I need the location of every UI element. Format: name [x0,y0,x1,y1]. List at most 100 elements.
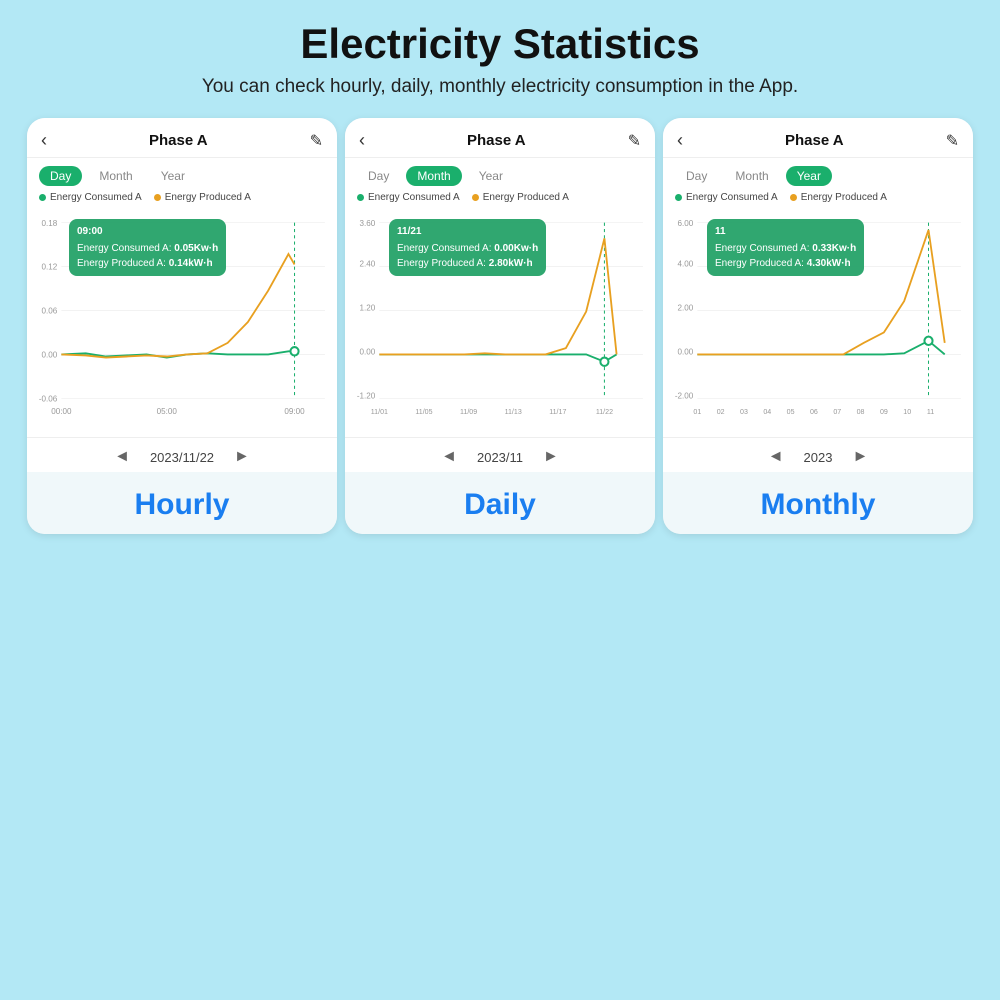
monthly-view-label: Monthly [761,488,876,521]
daily-tab-year[interactable]: Year [468,166,514,186]
svg-text:0.18: 0.18 [42,219,58,228]
hourly-prev-btn[interactable]: ◄ [114,448,130,466]
hourly-card: ‹ Phase A ✎ Day Month Year Energy Consum… [27,118,337,534]
daily-card: ‹ Phase A ✎ Day Month Year Energy Consum… [345,118,655,534]
daily-header: ‹ Phase A ✎ [345,118,655,158]
monthly-tabs: Day Month Year [663,158,973,190]
produced-label: Energy Produced A [165,192,251,203]
phones-row: ‹ Phase A ✎ Day Month Year Energy Consum… [10,118,990,534]
monthly-next-btn[interactable]: ► [852,448,868,466]
daily-chart: 11/21 Energy Consumed A: 0.00Kw·h Energy… [345,207,655,437]
daily-back-btn[interactable]: ‹ [359,130,365,151]
svg-text:0.06: 0.06 [42,307,58,316]
monthly-tab-day[interactable]: Day [675,166,718,186]
hourly-tab-year[interactable]: Year [150,166,196,186]
svg-text:0.00: 0.00 [360,347,376,356]
monthly-legend: Energy Consumed A Energy Produced A [663,190,973,207]
daily-svg: 3.60 2.40 1.20 0.00 -1.20 [353,207,647,437]
monthly-card: ‹ Phase A ✎ Day Month Year Energy Consum… [663,118,973,534]
daily-prev-btn[interactable]: ◄ [441,448,457,466]
hourly-tab-month[interactable]: Month [88,166,143,186]
svg-text:07: 07 [833,407,841,416]
monthly-date-nav: ◄ 2023 ► [663,437,973,472]
svg-text:05: 05 [787,407,795,416]
hourly-next-btn[interactable]: ► [234,448,250,466]
daily-date-label: 2023/11 [477,450,523,465]
daily-tab-day[interactable]: Day [357,166,400,186]
monthly-consumed-dot [675,194,682,201]
daily-legend-produced: Energy Produced A [472,192,569,203]
svg-text:06: 06 [810,407,818,416]
svg-text:03: 03 [740,407,748,416]
svg-text:11/05: 11/05 [415,407,432,416]
svg-text:11/13: 11/13 [505,407,522,416]
hourly-header: ‹ Phase A ✎ [27,118,337,158]
svg-text:11/22: 11/22 [596,407,613,416]
svg-text:10: 10 [903,407,911,416]
daily-tabs: Day Month Year [345,158,655,190]
page-title: Electricity Statistics [300,20,699,68]
hourly-view-label: Hourly [134,488,229,521]
hourly-chart: 09:00 Energy Consumed A: 0.05Kw·h Energy… [27,207,337,437]
hourly-tabs: Day Month Year [27,158,337,190]
svg-text:0.00: 0.00 [42,350,58,359]
page-subtitle: You can check hourly, daily, monthly ele… [202,76,798,98]
svg-text:05:00: 05:00 [157,407,178,416]
hourly-legend-produced: Energy Produced A [154,192,251,203]
svg-text:4.00: 4.00 [678,259,694,268]
svg-text:11: 11 [927,407,934,416]
daily-date-nav: ◄ 2023/11 ► [345,437,655,472]
svg-text:-2.00: -2.00 [675,391,694,400]
svg-text:11/17: 11/17 [549,407,566,416]
daily-label-section: Daily [345,472,655,534]
hourly-legend: Energy Consumed A Energy Produced A [27,190,337,207]
hourly-label-section: Hourly [27,472,337,534]
svg-text:09:00: 09:00 [284,407,305,416]
hourly-date-nav: ◄ 2023/11/22 ► [27,437,337,472]
daily-produced-dot [472,194,479,201]
daily-view-label: Daily [464,488,536,521]
monthly-edit-btn[interactable]: ✎ [946,131,959,151]
daily-next-btn[interactable]: ► [543,448,559,466]
svg-text:2.00: 2.00 [678,303,694,312]
svg-text:-1.20: -1.20 [357,391,376,400]
daily-consumed-label: Energy Consumed A [368,192,460,203]
consumed-dot [39,194,46,201]
svg-text:00:00: 00:00 [51,407,72,416]
hourly-tab-day[interactable]: Day [39,166,82,186]
svg-text:1.20: 1.20 [360,303,376,312]
daily-legend: Energy Consumed A Energy Produced A [345,190,655,207]
svg-text:09: 09 [880,407,888,416]
hourly-title: Phase A [149,132,208,149]
svg-text:-0.06: -0.06 [39,394,58,403]
consumed-label: Energy Consumed A [50,192,142,203]
svg-text:11/09: 11/09 [460,407,477,416]
hourly-svg: 0.18 0.12 0.06 0.00 -0.06 [35,207,329,437]
hourly-legend-consumed: Energy Consumed A [39,192,142,203]
svg-text:3.60: 3.60 [360,219,376,228]
monthly-legend-consumed: Energy Consumed A [675,192,778,203]
svg-text:08: 08 [857,407,865,416]
monthly-produced-dot [790,194,797,201]
monthly-tab-month[interactable]: Month [724,166,779,186]
svg-text:0.00: 0.00 [678,347,694,356]
daily-legend-consumed: Energy Consumed A [357,192,460,203]
monthly-label-section: Monthly [663,472,973,534]
monthly-prev-btn[interactable]: ◄ [768,448,784,466]
monthly-consumed-label: Energy Consumed A [686,192,778,203]
monthly-back-btn[interactable]: ‹ [677,130,683,151]
svg-text:02: 02 [717,407,725,416]
produced-dot [154,194,161,201]
daily-title: Phase A [467,132,526,149]
daily-edit-btn[interactable]: ✎ [628,131,641,151]
svg-text:0.12: 0.12 [42,263,58,272]
hourly-date-label: 2023/11/22 [150,450,214,465]
monthly-header: ‹ Phase A ✎ [663,118,973,158]
svg-text:04: 04 [763,407,771,416]
monthly-produced-label: Energy Produced A [801,192,887,203]
hourly-back-btn[interactable]: ‹ [41,130,47,151]
monthly-legend-produced: Energy Produced A [790,192,887,203]
monthly-tab-year[interactable]: Year [786,166,832,186]
hourly-edit-btn[interactable]: ✎ [310,131,323,151]
daily-tab-month[interactable]: Month [406,166,461,186]
